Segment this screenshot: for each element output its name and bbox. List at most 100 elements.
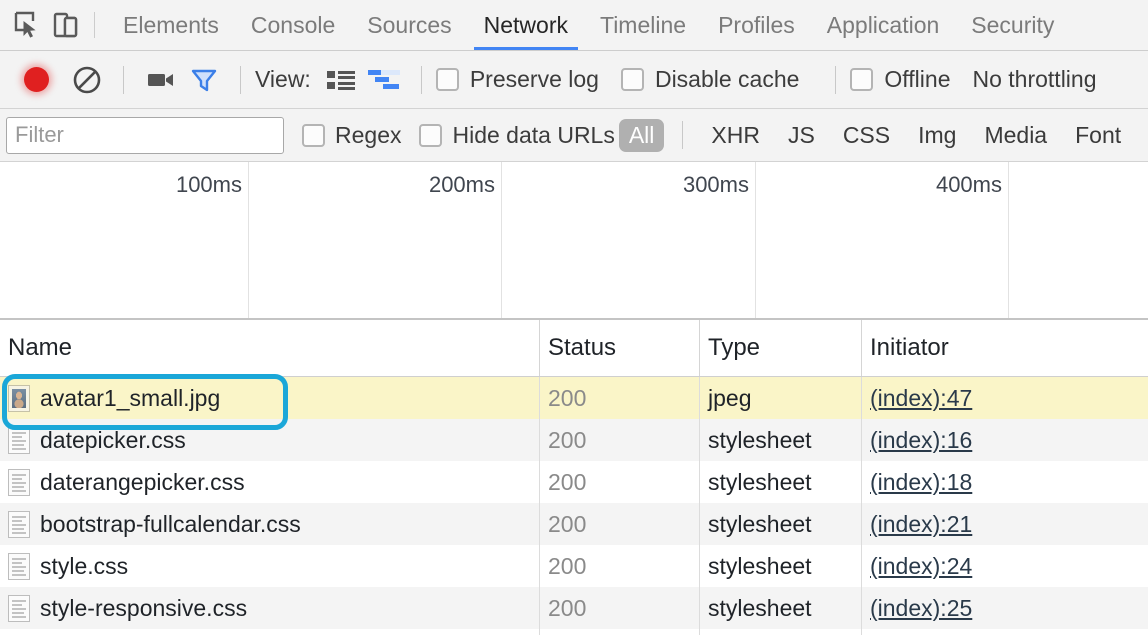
toolbar-divider-2: [240, 65, 241, 94]
table-row[interactable]: bootstrap-fullcalendar.css 200 styleshee…: [0, 503, 1148, 545]
request-name: bootstrap-fullcalendar.css: [40, 510, 301, 537]
cell-initiator: (index):21: [862, 503, 1148, 545]
clear-button[interactable]: [65, 58, 109, 102]
column-header-type[interactable]: Type: [700, 320, 862, 376]
type-filter-all[interactable]: All: [618, 118, 665, 152]
cell-initiator: (index):18: [862, 461, 1148, 503]
image-file-icon: [8, 384, 30, 412]
table-row[interactable]: [0, 629, 1148, 635]
type-filter-img[interactable]: Img: [908, 119, 966, 152]
devtools-network-panel: Elements Console Sources Network Timelin…: [0, 0, 1148, 642]
hide-data-urls-label: Hide data URLs: [452, 121, 615, 148]
inspect-element-icon[interactable]: [8, 6, 46, 44]
cell-type: stylesheet: [700, 587, 862, 629]
preserve-log-label: Preserve log: [469, 66, 599, 92]
tab-application[interactable]: Application: [811, 0, 956, 50]
type-filter-xhr[interactable]: XHR: [701, 119, 770, 152]
tab-console[interactable]: Console: [235, 0, 351, 50]
type-filter-js[interactable]: JS: [778, 119, 825, 152]
cell-name[interactable]: bootstrap-fullcalendar.css: [0, 503, 540, 545]
offline-label: Offline: [884, 66, 951, 92]
type-filter-media[interactable]: Media: [974, 119, 1057, 152]
preserve-log-checkbox[interactable]: Preserve log: [435, 66, 599, 93]
initiator-link[interactable]: (index):47: [870, 385, 972, 412]
cell-initiator: [862, 629, 1148, 635]
initiator-link[interactable]: (index):21: [870, 511, 972, 538]
network-filter-bar: Regex Hide data URLs All XHR JS CSS Img …: [0, 109, 1148, 162]
initiator-link[interactable]: (index):18: [870, 469, 972, 496]
table-row[interactable]: avatar1_small.jpg 200 jpeg (index):47: [0, 377, 1148, 419]
cell-status: 200: [540, 419, 700, 461]
table-row[interactable]: style-responsive.css 200 stylesheet (ind…: [0, 587, 1148, 629]
cell-status: 200: [540, 377, 700, 419]
initiator-link[interactable]: (index):16: [870, 427, 972, 454]
regex-label: Regex: [335, 121, 402, 148]
cell-name[interactable]: daterangepicker.css: [0, 461, 540, 503]
cell-initiator: (index):24: [862, 545, 1148, 587]
checkbox-box: [435, 68, 459, 91]
filter-funnel-icon[interactable]: [182, 58, 226, 102]
disable-cache-checkbox[interactable]: Disable cache: [620, 66, 800, 93]
regex-checkbox[interactable]: Regex: [302, 122, 401, 149]
type-filter-css[interactable]: CSS: [833, 119, 900, 152]
cell-name[interactable]: avatar1_small.jpg: [0, 377, 540, 419]
cell-name[interactable]: style-responsive.css: [0, 587, 540, 629]
record-button[interactable]: [24, 67, 49, 92]
checkbox-box: [302, 123, 325, 147]
tab-sources[interactable]: Sources: [351, 0, 467, 50]
tab-network[interactable]: Network: [468, 0, 584, 50]
hide-data-urls-checkbox[interactable]: Hide data URLs: [419, 121, 615, 149]
type-filter-font[interactable]: Font: [1065, 119, 1131, 152]
cell-type: [700, 629, 862, 635]
waterfall-view-icon[interactable]: [363, 58, 407, 102]
document-file-icon: [8, 510, 30, 538]
cell-type: stylesheet: [700, 461, 862, 503]
cell-name[interactable]: style.css: [0, 545, 540, 587]
table-header-row: Name Status Type Initiator: [0, 320, 1148, 377]
initiator-link[interactable]: (index):25: [870, 595, 972, 622]
cell-type: jpeg: [700, 377, 862, 419]
timeline-tick-label-300ms: 300ms: [682, 172, 749, 197]
cell-status: 200: [540, 587, 700, 629]
tab-timeline[interactable]: Timeline: [584, 0, 702, 50]
tab-security[interactable]: Security: [955, 0, 1070, 50]
throttling-select[interactable]: No throttling: [972, 66, 1096, 93]
table-row[interactable]: daterangepicker.css 200 stylesheet (inde…: [0, 461, 1148, 503]
network-timeline-overview[interactable]: 100ms 200ms 300ms 400ms: [0, 162, 1148, 320]
request-name: avatar1_small.jpg: [40, 384, 221, 411]
timeline-gridline: [755, 162, 756, 318]
request-name: style.css: [40, 552, 129, 579]
toggle-device-toolbar-icon[interactable]: [46, 6, 84, 44]
initiator-link[interactable]: (index):24: [870, 553, 972, 580]
column-header-initiator[interactable]: Initiator: [862, 320, 1148, 376]
cell-type: stylesheet: [700, 545, 862, 587]
panel-tabs: Elements Console Sources Network Timelin…: [107, 0, 1070, 50]
cell-status: 200: [540, 545, 700, 587]
tab-profiles[interactable]: Profiles: [702, 0, 811, 50]
request-name: daterangepicker.css: [40, 468, 245, 495]
filter-input[interactable]: [6, 116, 284, 154]
offline-checkbox[interactable]: Offline: [850, 66, 950, 93]
cell-initiator: (index):47: [862, 377, 1148, 419]
camera-icon[interactable]: [138, 58, 182, 102]
table-row[interactable]: style.css 200 stylesheet (index):24: [0, 545, 1148, 587]
disable-cache-label: Disable cache: [654, 66, 800, 92]
view-label: View:: [255, 66, 311, 92]
network-request-table: Name Status Type Initiator avatar1_small…: [0, 320, 1148, 635]
timeline-gridline: [248, 162, 249, 318]
table-row[interactable]: datepicker.css 200 stylesheet (index):16: [0, 419, 1148, 461]
list-view-icon[interactable]: [319, 58, 363, 102]
type-filter-doc[interactable]: Doc: [1139, 119, 1148, 152]
devtools-tabbar: Elements Console Sources Network Timelin…: [0, 0, 1148, 51]
column-header-status[interactable]: Status: [540, 320, 700, 376]
cell-type: stylesheet: [700, 503, 862, 545]
column-header-name[interactable]: Name: [0, 320, 540, 376]
document-file-icon: [8, 594, 30, 622]
cell-name[interactable]: datepicker.css: [0, 419, 540, 461]
tab-elements[interactable]: Elements: [107, 0, 235, 50]
request-name: style-responsive.css: [40, 594, 248, 621]
toolbar-divider-4: [835, 65, 837, 94]
cell-name[interactable]: [0, 629, 540, 635]
toolbar-divider-3: [420, 65, 422, 94]
cell-status: [540, 629, 700, 635]
